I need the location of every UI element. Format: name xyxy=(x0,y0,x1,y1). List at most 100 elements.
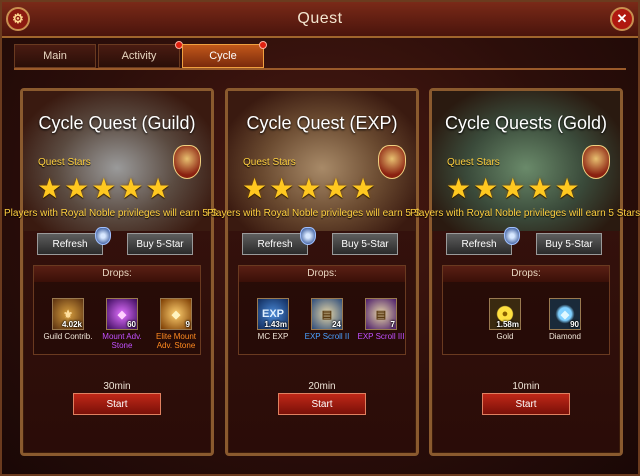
duration-label: 10min xyxy=(512,381,540,392)
buy-5-star-button[interactable]: Buy 5-Star xyxy=(332,233,398,255)
tab-main[interactable]: Main xyxy=(14,44,96,68)
quest-card-exp: Cycle Quest (EXP) Quest Stars ★ ★ ★ ★ ★ … xyxy=(225,88,419,456)
refresh-button[interactable]: Refresh xyxy=(242,233,308,255)
exp-icon: EXP 1.43m xyxy=(257,298,289,330)
drop-name: MC EXP xyxy=(257,332,289,341)
duration-label: 20min xyxy=(308,381,336,392)
start-button[interactable]: Start xyxy=(73,393,161,415)
drop-item[interactable]: ◆ 9 Elite Mount Adv. Stone xyxy=(150,298,202,350)
drop-name: Guild Contrib. xyxy=(43,332,93,341)
quest-card-guild: Cycle Quest (Guild) Quest Stars ★ ★ ★ ★ … xyxy=(20,88,214,456)
duration-label: 30min xyxy=(103,381,131,392)
noble-privilege-notice: Players with Royal Noble privileges will… xyxy=(2,208,640,222)
drop-name: Mount Adv. Stone xyxy=(102,332,142,350)
card-title: Cycle Quest (EXP) xyxy=(246,113,398,133)
drop-count: 9 xyxy=(185,320,190,329)
star-icon: ★ xyxy=(118,173,144,204)
star-rating: ★ ★ ★ ★ ★ xyxy=(242,175,378,203)
quest-stars-label: Quest Stars xyxy=(38,157,91,168)
star-icon: ★ xyxy=(242,173,268,204)
drop-count: 90 xyxy=(570,320,579,329)
elite-mount-stone-icon: ◆ 9 xyxy=(160,298,192,330)
card-title: Cycle Quest (Guild) xyxy=(38,113,196,133)
drop-item[interactable]: ▤ 24 EXP Scroll II xyxy=(301,298,353,341)
noble-shield-icon xyxy=(95,227,111,245)
notification-dot xyxy=(259,41,267,49)
star-icon: ★ xyxy=(554,173,580,204)
tab-divider xyxy=(14,68,626,70)
quest-card-gold: Cycle Quests (Gold) Quest Stars ★ ★ ★ ★ … xyxy=(429,88,623,456)
star-rating: ★ ★ ★ ★ ★ xyxy=(446,175,582,203)
notice-text: Players with Royal Noble privileges will… xyxy=(4,208,218,219)
noble-shield-icon xyxy=(300,227,316,245)
drop-count: 60 xyxy=(127,320,136,329)
drop-count: 4.02k xyxy=(61,320,82,329)
drop-count: 7 xyxy=(390,320,395,329)
star-icon: ★ xyxy=(446,173,472,204)
drop-item[interactable]: ◆ 60 Mount Adv. Stone xyxy=(96,298,148,350)
star-icon: ★ xyxy=(500,173,526,204)
star-icon: ★ xyxy=(527,173,553,204)
drop-item[interactable]: EXP 1.43m MC EXP xyxy=(247,298,299,341)
drop-name: Gold xyxy=(496,332,514,341)
noble-shield-icon xyxy=(504,227,520,245)
buy-5-star-button[interactable]: Buy 5-Star xyxy=(127,233,193,255)
tab-cycle[interactable]: Cycle xyxy=(182,41,267,68)
drop-item[interactable]: ▤ 7 EXP Scroll III xyxy=(355,298,407,341)
diamond-icon: ◆ 90 xyxy=(549,298,581,330)
drops-panel: Drops: ● 1.58m Gold ◆ 90 Diamond xyxy=(442,265,610,355)
drop-count: 1.43m xyxy=(264,320,287,329)
tab-label: Main xyxy=(43,50,67,62)
drop-name: EXP Scroll II xyxy=(304,332,350,341)
star-icon: ★ xyxy=(350,173,376,204)
star-icon: ★ xyxy=(269,173,295,204)
drop-count: 1.58m xyxy=(496,320,519,329)
tab-label: Cycle xyxy=(209,50,237,62)
card-title: Cycle Quests (Gold) xyxy=(444,113,608,133)
title-bar: ⚙ Quest ✕ xyxy=(2,2,638,38)
start-button[interactable]: Start xyxy=(482,393,570,415)
quest-stars-label: Quest Stars xyxy=(243,157,296,168)
star-icon: ★ xyxy=(296,173,322,204)
tab-label: Activity xyxy=(121,50,157,62)
drop-name: EXP Scroll III xyxy=(357,332,405,341)
star-icon: ★ xyxy=(473,173,499,204)
gold-coin-icon: ● 1.58m xyxy=(489,298,521,330)
star-icon: ★ xyxy=(323,173,349,204)
drop-count: 24 xyxy=(332,320,341,329)
star-icon: ★ xyxy=(37,173,63,204)
drops-header: Drops: xyxy=(443,266,609,282)
drops-header: Drops: xyxy=(239,266,405,282)
notice-text: Players with Royal Noble privileges will… xyxy=(410,208,640,219)
star-icon: ★ xyxy=(91,173,117,204)
quest-window: ⚙ Quest ✕ Main Activity Cycle Cycle Ques… xyxy=(0,0,640,476)
star-icon: ★ xyxy=(145,173,171,204)
guild-contribution-icon: ⚜ 4.02k xyxy=(52,298,84,330)
drops-header: Drops: xyxy=(34,266,200,282)
drop-name: Elite Mount Adv. Stone xyxy=(155,332,197,350)
close-icon[interactable]: ✕ xyxy=(610,7,634,31)
drop-item[interactable]: ⚜ 4.02k Guild Contrib. xyxy=(42,298,94,341)
star-rating: ★ ★ ★ ★ ★ xyxy=(37,175,173,203)
notice-text: Players with Royal Noble privileges will… xyxy=(207,208,421,219)
drop-name: Diamond xyxy=(548,332,581,341)
refresh-button[interactable]: Refresh xyxy=(446,233,512,255)
exp-scroll-icon: ▤ 7 xyxy=(365,298,397,330)
window-title: Quest xyxy=(297,10,343,27)
rank-emblem-icon xyxy=(582,145,610,179)
rank-emblem-icon xyxy=(378,145,406,179)
mount-adv-stone-icon: ◆ 60 xyxy=(106,298,138,330)
buy-5-star-button[interactable]: Buy 5-Star xyxy=(536,233,602,255)
start-button[interactable]: Start xyxy=(278,393,366,415)
drops-panel: Drops: EXP 1.43m MC EXP ▤ 24 EXP Scroll … xyxy=(238,265,406,355)
tab-activity[interactable]: Activity xyxy=(98,41,183,68)
drops-panel: Drops: ⚜ 4.02k Guild Contrib. ◆ 60 Mount… xyxy=(33,265,201,355)
drop-item[interactable]: ● 1.58m Gold xyxy=(479,298,531,341)
refresh-button[interactable]: Refresh xyxy=(37,233,103,255)
tab-bar: Main Activity Cycle xyxy=(14,41,267,68)
exp-scroll-icon: ▤ 24 xyxy=(311,298,343,330)
quest-stars-label: Quest Stars xyxy=(447,157,500,168)
star-icon: ★ xyxy=(64,173,90,204)
rank-emblem-icon xyxy=(173,145,201,179)
drop-item[interactable]: ◆ 90 Diamond xyxy=(539,298,591,341)
